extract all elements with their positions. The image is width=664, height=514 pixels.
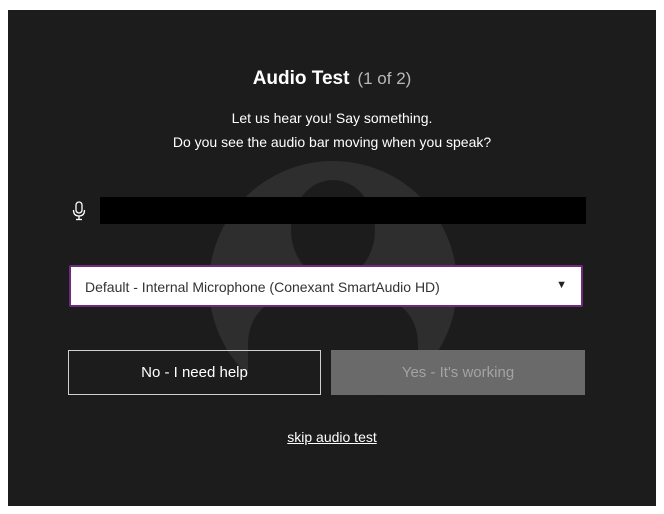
microphone-select[interactable]: Default - Internal Microphone (Conexant … — [69, 265, 583, 307]
microphone-select-value: Default - Internal Microphone (Conexant … — [85, 279, 440, 295]
dialog-title: Audio Test (1 of 2) — [8, 68, 656, 90]
audio-test-dialog: Audio Test (1 of 2) Let us hear you! Say … — [8, 10, 656, 506]
step-indicator: (1 of 2) — [357, 69, 412, 88]
microphone-icon — [72, 201, 86, 221]
audio-level-meter — [100, 197, 586, 224]
no-need-help-button[interactable]: No - I need help — [68, 350, 321, 395]
caret-down-icon: ▼ — [556, 279, 567, 291]
instruction-line-1: Let us hear you! Say something. — [231, 110, 433, 126]
skip-audio-test-link[interactable]: skip audio test — [8, 429, 656, 445]
instruction-line-2: Do you see the audio bar moving when you… — [172, 134, 492, 150]
yes-its-working-button[interactable]: Yes - It's working — [331, 350, 585, 395]
title-text: Audio Test — [252, 68, 350, 89]
